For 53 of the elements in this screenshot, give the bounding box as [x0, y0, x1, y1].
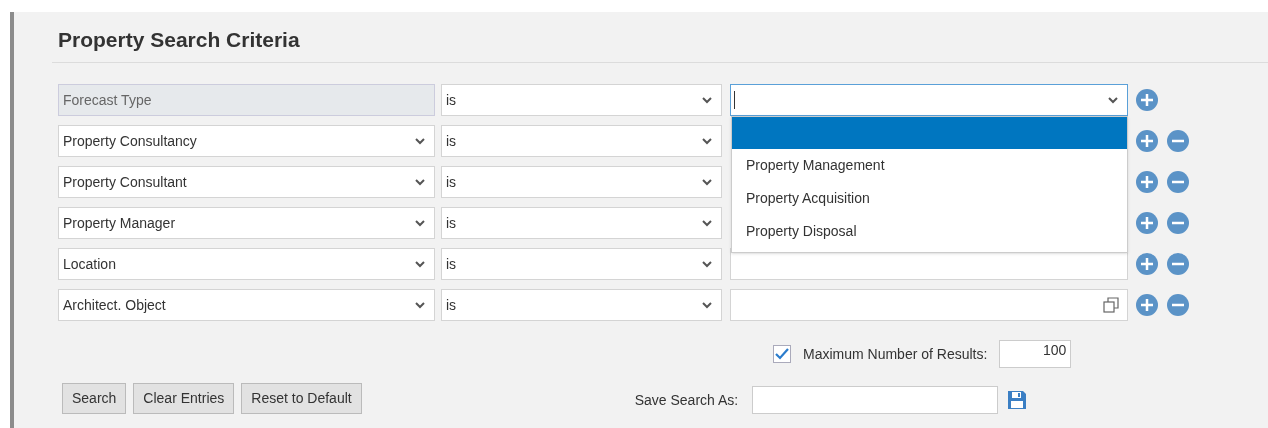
field-dropdown[interactable]: Location [58, 248, 435, 280]
chevron-down-icon [701, 178, 713, 186]
add-icon[interactable] [1136, 294, 1158, 316]
field-dropdown[interactable]: Property Consultant [58, 166, 435, 198]
operator-dropdown[interactable]: is [441, 125, 722, 157]
remove-icon[interactable] [1167, 294, 1189, 316]
operator-dropdown[interactable]: is [441, 248, 722, 280]
field-label: Forecast Type [58, 84, 435, 116]
value-help-icon[interactable] [1103, 297, 1119, 313]
add-icon[interactable] [1136, 253, 1158, 275]
chevron-down-icon [414, 219, 426, 227]
max-results-label: Maximum Number of Results: [803, 344, 988, 364]
add-icon[interactable] [1136, 130, 1158, 152]
add-icon[interactable] [1136, 171, 1158, 193]
chevron-down-icon [701, 96, 713, 104]
remove-icon[interactable] [1167, 171, 1189, 193]
dropdown-option[interactable]: Property Acquisition [732, 182, 1127, 215]
chevron-down-icon [701, 260, 713, 268]
dropdown-option[interactable]: Property Management [732, 149, 1127, 182]
section-title: Property Search Criteria [58, 27, 300, 53]
remove-icon[interactable] [1167, 130, 1189, 152]
field-dropdown[interactable]: Property Manager [58, 207, 435, 239]
chevron-down-icon [414, 260, 426, 268]
action-button[interactable]: Search [62, 383, 127, 414]
chevron-down-icon [701, 301, 713, 309]
chevron-down-icon [414, 137, 426, 145]
add-icon[interactable] [1136, 212, 1158, 234]
chevron-down-icon [701, 137, 713, 145]
max-results-field[interactable]: 100 [999, 340, 1072, 368]
chevron-down-icon [1107, 96, 1119, 104]
save-search-field[interactable] [752, 386, 999, 414]
field-dropdown[interactable]: Architect. Object [58, 289, 435, 321]
action-button[interactable]: Reset to Default [241, 383, 362, 414]
operator-dropdown[interactable]: is [441, 84, 722, 116]
action-button[interactable]: Clear Entries [133, 383, 235, 414]
field-dropdown[interactable]: Property Consultancy [58, 125, 435, 157]
chevron-down-icon [414, 301, 426, 309]
remove-icon[interactable] [1167, 212, 1189, 234]
chevron-down-icon [414, 178, 426, 186]
chevron-down-icon [701, 219, 713, 227]
operator-dropdown[interactable]: is [441, 166, 722, 198]
save-search-label: Save Search As: [634, 391, 739, 410]
operator-dropdown[interactable]: is [441, 289, 722, 321]
remove-icon[interactable] [1167, 253, 1189, 275]
save-icon[interactable] [1006, 389, 1029, 411]
checkbox[interactable] [773, 345, 791, 363]
value-field[interactable] [730, 84, 1128, 116]
dropdown-option[interactable]: Property Disposal [732, 215, 1127, 248]
text-cursor [734, 91, 735, 109]
value-field[interactable] [730, 289, 1128, 321]
add-icon[interactable] [1136, 89, 1158, 111]
checkmark-icon [775, 348, 789, 360]
operator-dropdown[interactable]: is [441, 207, 722, 239]
